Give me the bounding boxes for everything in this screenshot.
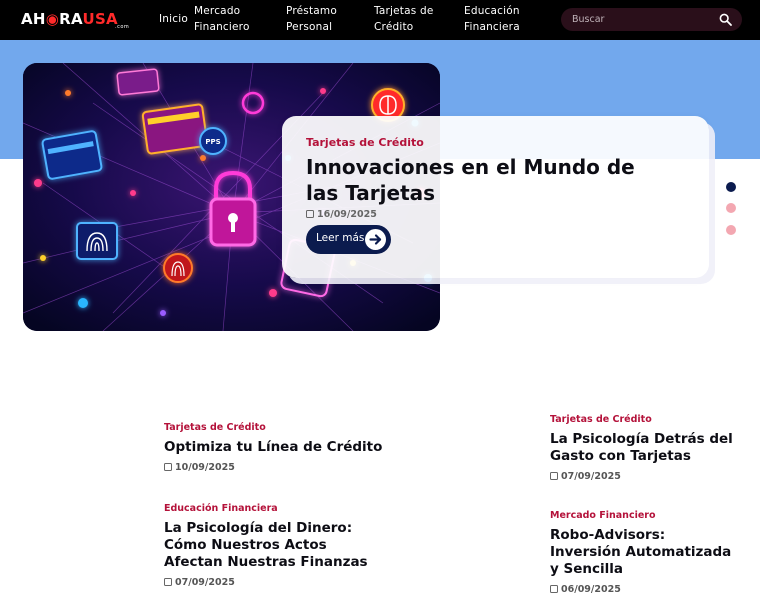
calendar-icon [550, 472, 558, 480]
search-box [561, 8, 742, 31]
article-date: 07/09/2025 [550, 471, 740, 483]
logo-text: AH◉RAUSA [21, 10, 118, 28]
article-date: 10/09/2025 [164, 462, 384, 474]
article-card[interactable]: Mercado Financiero Robo-Advisors: Invers… [550, 509, 740, 596]
article-category[interactable]: Mercado Financiero [550, 509, 740, 522]
hero-date: 16/09/2025 [306, 209, 377, 220]
slider-dot-3[interactable] [726, 225, 736, 235]
article-card[interactable]: Educación Financiera La Psicología del D… [164, 502, 374, 589]
nav-link-inicio[interactable]: Inicio [159, 11, 188, 27]
hero-date-text: 16/09/2025 [317, 209, 377, 220]
article-category[interactable]: Tarjetas de Crédito [164, 421, 384, 434]
nav-link-mercado-financiero[interactable]: Mercado Financiero [194, 3, 250, 35]
calendar-icon [306, 210, 314, 218]
nav-link-educacion-financiera[interactable]: Educación Financiera [464, 3, 520, 35]
article-title[interactable]: Robo-Advisors: Inversión Automatizada y … [550, 527, 740, 578]
article-card[interactable]: Tarjetas de Crédito Optimiza tu Línea de… [164, 421, 384, 474]
article-card[interactable]: Tarjetas de Crédito La Psicología Detrás… [550, 413, 740, 483]
pps-label: PPS [205, 138, 220, 146]
site-logo[interactable]: AH◉RAUSA .com [21, 11, 131, 31]
search-icon[interactable] [719, 13, 732, 26]
article-date: 07/09/2025 [164, 577, 374, 589]
slider-dot-2[interactable] [726, 203, 736, 213]
fingerprint-icon [76, 222, 118, 260]
hero-title[interactable]: Innovaciones en el Mundo de las Tarjetas [306, 154, 666, 206]
article-title[interactable]: La Psicología Detrás del Gasto con Tarje… [550, 431, 740, 465]
article-date: 06/09/2025 [550, 584, 740, 596]
article-category[interactable]: Tarjetas de Crédito [550, 413, 740, 426]
nav-link-prestamo-personal[interactable]: Préstamo Personal [286, 3, 337, 35]
calendar-icon [164, 578, 172, 586]
read-more-label: Leer más [316, 232, 365, 244]
article-title[interactable]: La Psicología del Dinero: Cómo Nuestros … [164, 520, 374, 571]
slider-dot-1[interactable] [726, 182, 736, 192]
top-navbar: AH◉RAUSA .com Inicio Mercado Financiero … [0, 0, 760, 40]
article-title[interactable]: Optimiza tu Línea de Crédito [164, 439, 384, 456]
read-more-button[interactable]: Leer más [306, 225, 391, 254]
article-category[interactable]: Educación Financiera [164, 502, 374, 515]
arrow-right-icon [365, 229, 386, 250]
hero-featured-card: Tarjetas de Crédito Innovaciones en el M… [282, 116, 709, 278]
search-input[interactable] [561, 8, 711, 31]
logo-domain: .com [115, 24, 130, 30]
nav-link-tarjetas-de-credito[interactable]: Tarjetas de Crédito [374, 3, 434, 35]
calendar-icon [164, 463, 172, 471]
hero-category[interactable]: Tarjetas de Crédito [306, 136, 424, 149]
calendar-icon [550, 585, 558, 593]
